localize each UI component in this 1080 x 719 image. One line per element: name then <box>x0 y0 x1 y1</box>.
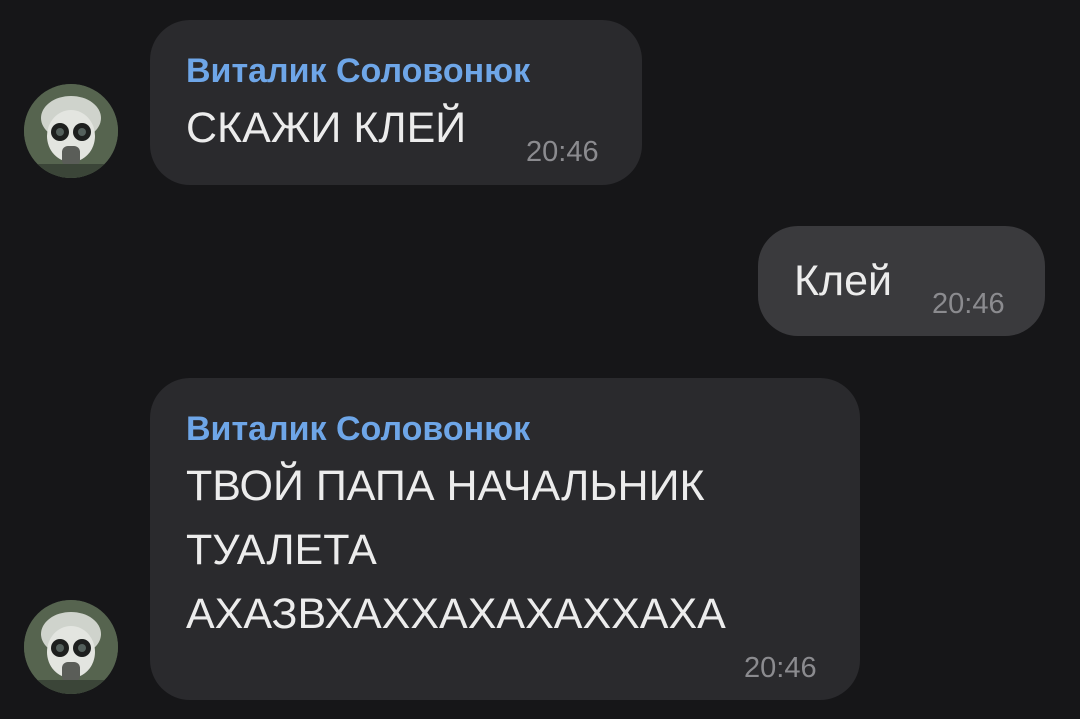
message-text-line: АХАЗВХАХХАХАХАХХАХА <box>186 590 726 638</box>
message-text-line: ТУАЛЕТА <box>186 526 377 574</box>
sender-name[interactable]: Виталик Соловонюк <box>186 410 530 449</box>
message-text: СКАЖИ КЛЕЙ <box>186 104 467 152</box>
message-bubble-outgoing[interactable]: Клей 20:46 <box>758 226 1045 336</box>
gas-mask-avatar-icon[interactable] <box>24 84 118 178</box>
message-timestamp: 20:46 <box>932 288 1005 320</box>
message-bubble-incoming[interactable]: Виталик Соловонюк СКАЖИ КЛЕЙ 20:46 <box>150 20 642 185</box>
message-text: Клей <box>794 257 893 305</box>
message-text-line: ТВОЙ ПАПА НАЧАЛЬНИК <box>186 462 705 510</box>
message-bubble-incoming[interactable]: Виталик Соловонюк ТВОЙ ПАПА НАЧАЛЬНИК ТУ… <box>150 378 860 700</box>
chat-message-list: Виталик Соловонюк СКАЖИ КЛЕЙ 20:46 Клей … <box>0 0 1080 719</box>
sender-name[interactable]: Виталик Соловонюк <box>186 52 530 91</box>
message-timestamp: 20:46 <box>744 652 817 684</box>
message-timestamp: 20:46 <box>526 136 599 168</box>
gas-mask-avatar-icon[interactable] <box>24 600 118 694</box>
